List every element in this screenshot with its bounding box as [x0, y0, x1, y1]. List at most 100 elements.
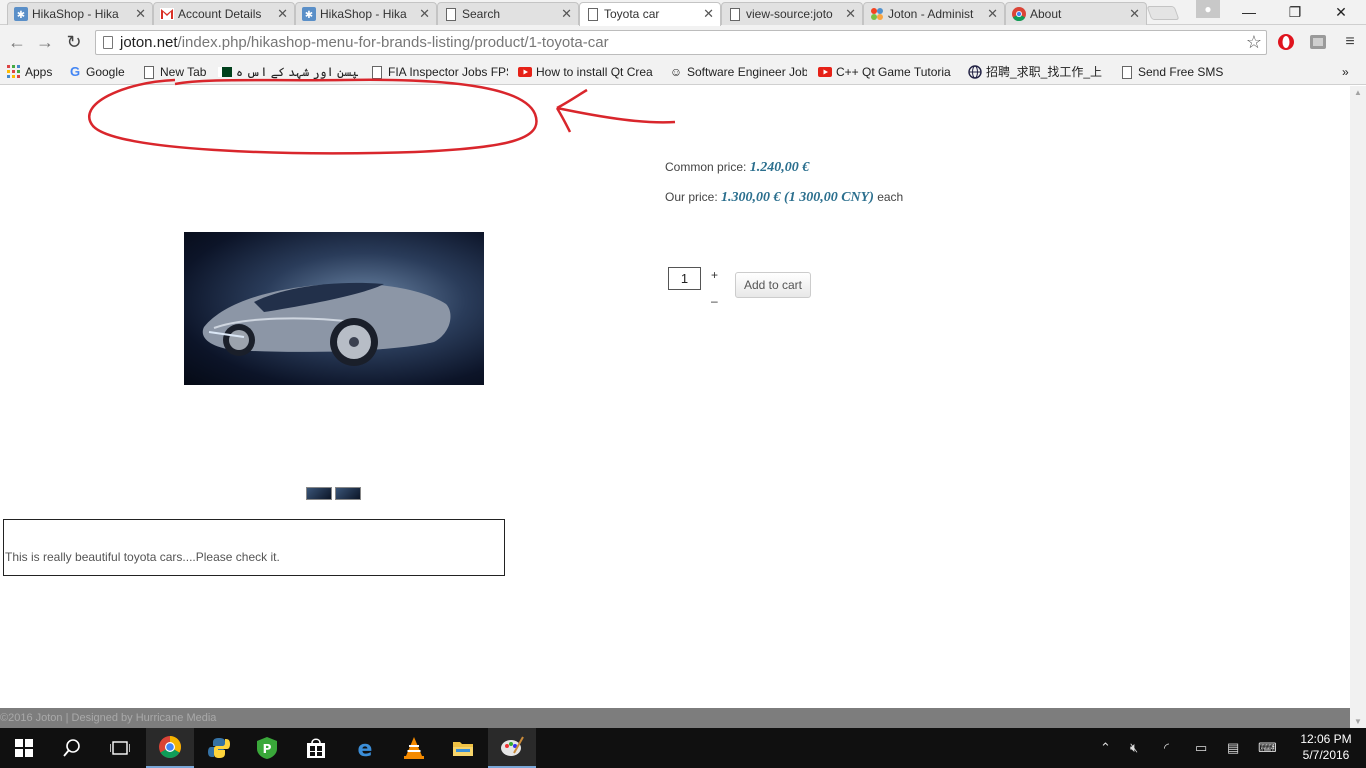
action-center-icon[interactable]: ▤	[1227, 740, 1239, 756]
hikashop-icon: ✱	[14, 7, 28, 21]
file-explorer-icon	[453, 742, 473, 756]
close-icon[interactable]: ✕	[561, 6, 572, 22]
quantity-decrease-button[interactable]: –	[711, 294, 718, 308]
tab-search[interactable]: Search ✕	[437, 2, 579, 26]
svg-text:✱: ✱	[17, 10, 25, 21]
clock-time: 12:06 PM	[1300, 732, 1352, 746]
common-price-label: Common price:	[665, 160, 747, 174]
new-tab-button[interactable]	[1146, 6, 1180, 20]
tab-hikashop-2[interactable]: ✱ HikaShop - Hika ✕	[295, 2, 437, 26]
tab-label: About	[1030, 7, 1062, 21]
tab-label: Joton - Administ	[888, 7, 974, 21]
profile-button[interactable]: ●	[1196, 0, 1220, 18]
footer-text: ©2016 Joton | Designed by Hurricane Medi…	[0, 712, 217, 724]
opera-extension-icon[interactable]	[1277, 33, 1295, 51]
svg-text:P: P	[263, 742, 272, 756]
product-description: This is really beautiful toyota cars....…	[5, 550, 280, 564]
taskbar-vlc[interactable]	[390, 728, 438, 768]
battery-icon[interactable]: ▭	[1195, 740, 1207, 756]
close-window-button[interactable]: ✕	[1318, 2, 1364, 22]
red-annotation-scribble	[88, 78, 676, 155]
page-icon	[444, 7, 458, 21]
taskbar-paint[interactable]	[488, 728, 536, 768]
taskbar-edge[interactable]: e	[341, 728, 389, 768]
scroll-up-icon[interactable]: ▲	[1354, 88, 1362, 97]
product-thumbnail[interactable]	[335, 487, 361, 500]
python-icon	[208, 738, 230, 758]
tab-label: HikaShop - Hika	[320, 7, 407, 21]
show-hidden-icons-button[interactable]: ⌃	[1100, 740, 1111, 756]
address-bar[interactable]: joton.net/index.php/hikashop-menu-for-br…	[95, 30, 1267, 55]
wifi-icon[interactable]: ◜	[1164, 740, 1169, 756]
tab-label: view-source:joto	[746, 7, 833, 21]
chevron-right-icon: »	[1342, 65, 1349, 79]
add-to-cart-button[interactable]: Add to cart	[735, 272, 811, 298]
tab-about[interactable]: About ✕	[1005, 2, 1147, 26]
close-icon[interactable]: ✕	[703, 6, 714, 22]
product-thumbnail[interactable]	[306, 487, 332, 500]
bookmark-qt-game[interactable]: C++ Qt Game Tutoria	[816, 63, 956, 81]
svg-text:e: e	[358, 737, 373, 759]
bookmark-label: Software Engineer Job	[687, 65, 807, 79]
tab-joton-admin[interactable]: Joton - Administ ✕	[863, 2, 1005, 26]
back-button[interactable]: ←	[6, 31, 28, 53]
tab-account-details[interactable]: Account Details ✕	[153, 2, 295, 26]
close-icon[interactable]: ✕	[277, 6, 288, 22]
bookmark-apps[interactable]: Apps	[5, 63, 60, 81]
chrome-icon	[159, 736, 181, 758]
extension-icon[interactable]	[1309, 33, 1327, 51]
per-unit-label: each	[877, 190, 904, 204]
apps-grid-icon	[7, 65, 21, 79]
bookmark-chinese-jobs[interactable]: 招聘_求职_找工作_上	[966, 63, 1108, 81]
bookmarks-overflow-button[interactable]: »	[1340, 63, 1360, 81]
taskbar-python[interactable]	[195, 728, 243, 768]
restore-button[interactable]: ❐	[1272, 2, 1318, 22]
close-icon[interactable]: ✕	[1129, 6, 1140, 22]
tab-view-source[interactable]: view-source:joto ✕	[721, 2, 863, 26]
taskbar-vpn[interactable]: P	[243, 728, 291, 768]
close-icon[interactable]: ✕	[419, 6, 430, 22]
our-price-row: Our price: 1.300,00 € (1 300,00 CNY) eac…	[665, 190, 903, 206]
start-button[interactable]	[0, 728, 48, 768]
reload-button[interactable]: ↻	[63, 31, 85, 53]
taskbar-file-explorer[interactable]	[439, 728, 487, 768]
tab-strip: ✱ HikaShop - Hika ✕ Account Details ✕ ✱ …	[0, 0, 1366, 26]
common-price-value: 1.240,00 €	[749, 160, 810, 175]
youtube-icon	[818, 65, 832, 79]
tab-label: HikaShop - Hika	[32, 7, 119, 21]
tab-hikashop-1[interactable]: ✱ HikaShop - Hika ✕	[7, 2, 153, 26]
product-main-image[interactable]	[184, 232, 484, 385]
tab-toyota-car[interactable]: Toyota car ✕	[579, 2, 721, 26]
taskbar-chrome[interactable]	[146, 728, 194, 768]
user-icon: ●	[1204, 2, 1212, 16]
keyboard-icon[interactable]: ⌨	[1258, 740, 1277, 756]
scroll-down-icon[interactable]: ▼	[1354, 717, 1362, 726]
search-button[interactable]	[48, 728, 96, 768]
task-view-icon	[110, 741, 130, 755]
quantity-increase-button[interactable]: +	[711, 268, 718, 282]
chrome-icon	[1012, 7, 1026, 21]
store-icon	[307, 738, 325, 758]
minimize-button[interactable]: —	[1226, 2, 1272, 22]
close-icon[interactable]: ✕	[135, 6, 146, 22]
quantity-input[interactable]: 1	[668, 267, 701, 290]
menu-icon[interactable]: ≡	[1341, 33, 1359, 51]
forward-button[interactable]: →	[34, 31, 56, 53]
close-icon[interactable]: ✕	[987, 6, 998, 22]
bookmark-send-sms[interactable]: Send Free SMS	[1118, 63, 1228, 81]
star-icon[interactable]: ☆	[1246, 32, 1262, 53]
system-clock[interactable]: 12:06 PM 5/7/2016	[1290, 731, 1362, 763]
vlc-icon	[404, 737, 424, 759]
task-view-button[interactable]	[96, 728, 144, 768]
bookmark-software-engineer[interactable]: ☺ Software Engineer Job	[667, 63, 807, 81]
taskbar-store[interactable]	[292, 728, 340, 768]
tab-label: Search	[462, 7, 501, 21]
gmail-icon	[160, 7, 174, 21]
globe-icon	[968, 65, 982, 79]
page-scrollbar[interactable]: ▲ ▼	[1350, 86, 1366, 728]
volume-muted-icon[interactable]: 🔇︎	[1130, 740, 1138, 756]
product-description-box: This is really beautiful toyota cars....…	[3, 519, 505, 576]
close-icon[interactable]: ✕	[845, 6, 856, 22]
arrow-left-icon: ←	[8, 32, 26, 52]
page-icon	[103, 36, 113, 49]
